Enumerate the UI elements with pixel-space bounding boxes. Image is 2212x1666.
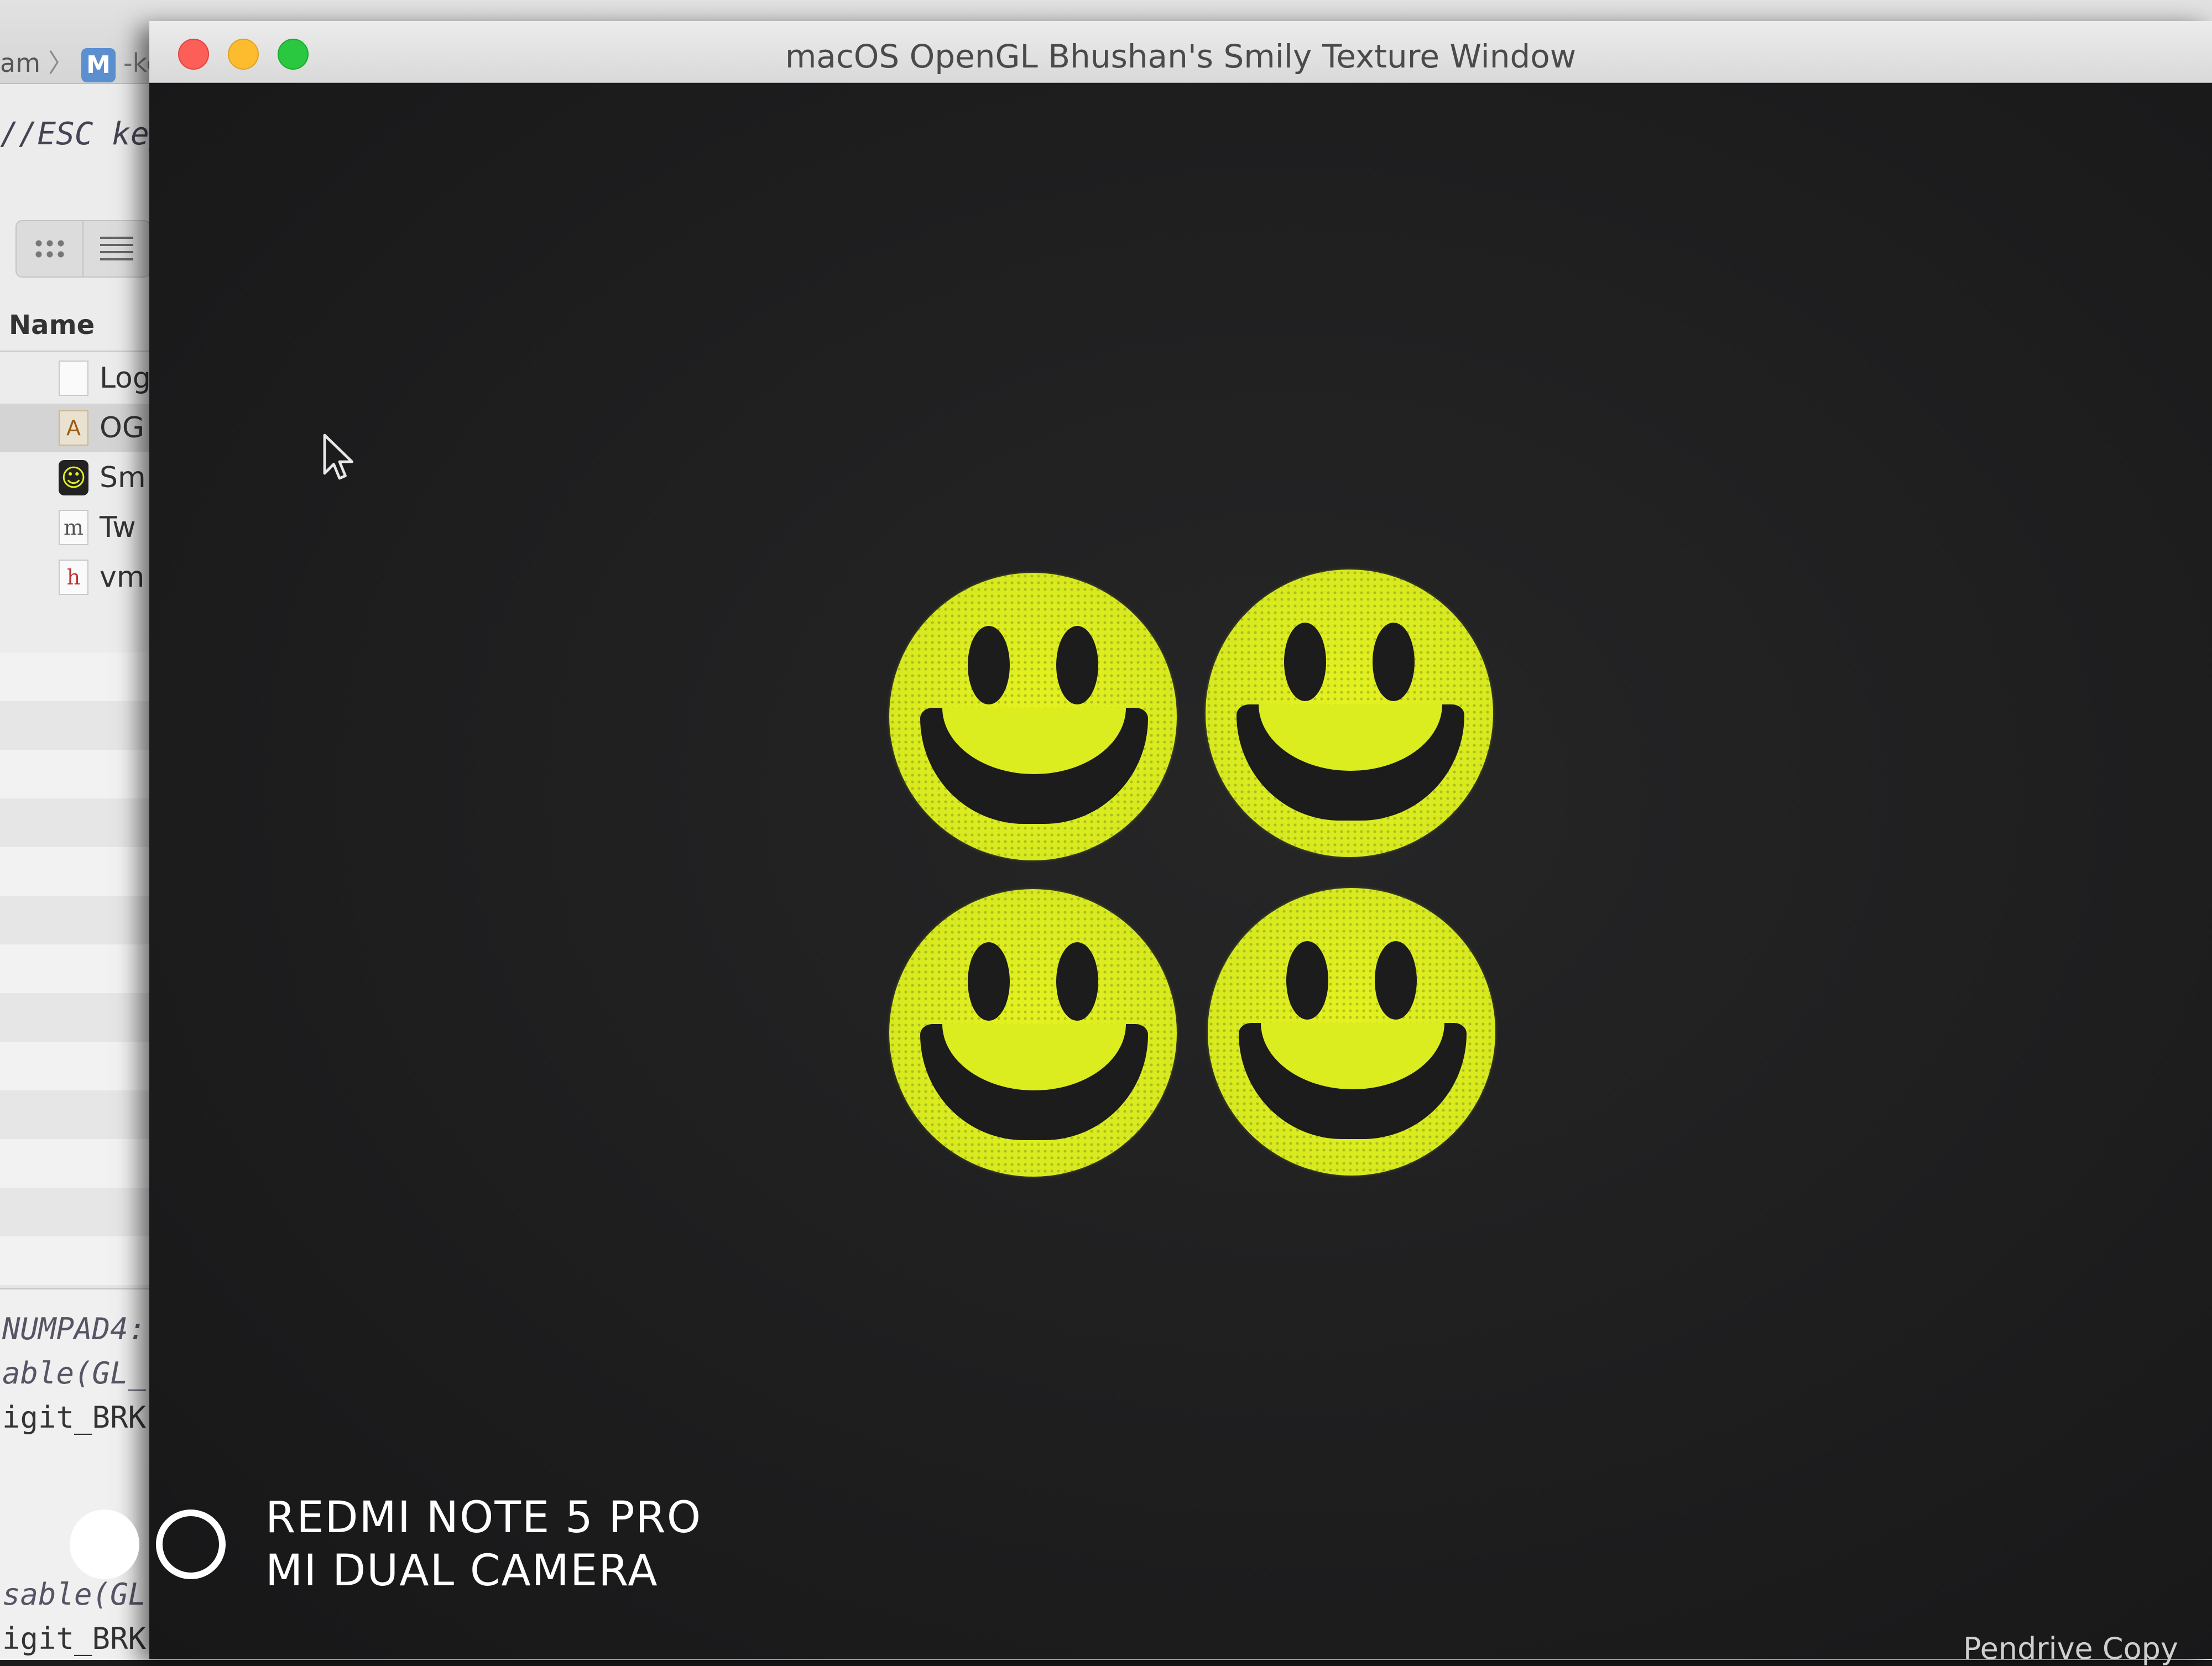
smiley-eye — [1284, 623, 1326, 701]
smiley-eye — [1375, 941, 1417, 1020]
header-divider — [0, 351, 160, 352]
chevron-right-icon: 〉 — [48, 48, 74, 78]
watermark-device: REDMI NOTE 5 PRO — [265, 1493, 702, 1543]
smiley-mouth — [920, 708, 1148, 824]
document-icon — [59, 361, 88, 396]
objc-file-icon: M — [81, 48, 116, 82]
file-row[interactable]: m Tw — [0, 503, 160, 552]
code-line: NUMPAD4: — [2, 1312, 147, 1346]
code-line: able(GL_ — [2, 1356, 147, 1391]
desktop-item-label: Pendrive Copy — [1963, 1631, 2178, 1666]
smiley-mouth — [920, 1024, 1148, 1140]
header-file-icon: h — [59, 560, 88, 595]
smiley-texture-quad — [1208, 888, 1495, 1176]
mouse-pointer-icon — [323, 434, 353, 480]
grid-view-icon — [33, 238, 66, 260]
smiley-eye — [968, 626, 1010, 704]
camera-lens-ring-icon — [156, 1510, 226, 1579]
camera-lens-icon — [70, 1510, 139, 1579]
file-name: vm — [100, 561, 145, 594]
view-mode-toggle[interactable] — [15, 220, 150, 278]
camera-watermark: REDMI NOTE 5 PRO MI DUAL CAMERA — [70, 1493, 733, 1604]
breadcrumb-project[interactable]: am — [0, 48, 40, 78]
smiley-eye — [968, 942, 1010, 1021]
smiley-texture-quad — [889, 573, 1177, 860]
objc-source-icon: m — [59, 510, 88, 545]
file-row[interactable]: Log — [0, 354, 160, 403]
file-row[interactable]: ☺ Sm — [0, 453, 160, 502]
smiley-texture-quad — [889, 889, 1177, 1177]
watermark-camera: MI DUAL CAMERA — [265, 1546, 659, 1596]
smiley-file-icon: ☺ — [59, 460, 88, 495]
file-name: OG — [100, 411, 145, 445]
name-column-header[interactable]: Name — [9, 310, 95, 341]
list-view-button[interactable] — [84, 221, 149, 276]
smiley-eye — [1286, 941, 1328, 1020]
grid-view-button[interactable] — [17, 221, 84, 276]
smiley-eye — [1056, 626, 1098, 704]
opengl-render-canvas[interactable] — [149, 83, 2212, 1659]
smiley-mouth — [1239, 1023, 1467, 1139]
file-name: Log — [100, 362, 151, 395]
window-title: macOS OpenGL Bhushan's Smily Texture Win… — [785, 38, 1577, 75]
application-icon: A — [59, 410, 88, 446]
smiley-eye — [1373, 623, 1415, 701]
window-titlebar[interactable]: macOS OpenGL Bhushan's Smily Texture Win… — [149, 21, 2212, 83]
code-line: igit_BRK — [2, 1400, 147, 1435]
editor-comment-line: //ESC key — [0, 116, 168, 152]
list-view-icon — [100, 237, 133, 261]
file-row[interactable]: h vm — [0, 553, 160, 602]
smiley-mouth — [1237, 704, 1464, 821]
smiley-eye — [1056, 942, 1098, 1021]
file-name: Sm — [100, 461, 146, 494]
opengl-texture-window[interactable]: macOS OpenGL Bhushan's Smily Texture Win… — [149, 21, 2212, 1659]
file-row[interactable]: A OG — [0, 404, 160, 452]
smiley-texture-quad — [1206, 570, 1493, 857]
file-list-empty-rows — [0, 652, 160, 1288]
file-name: Tw — [100, 511, 136, 544]
